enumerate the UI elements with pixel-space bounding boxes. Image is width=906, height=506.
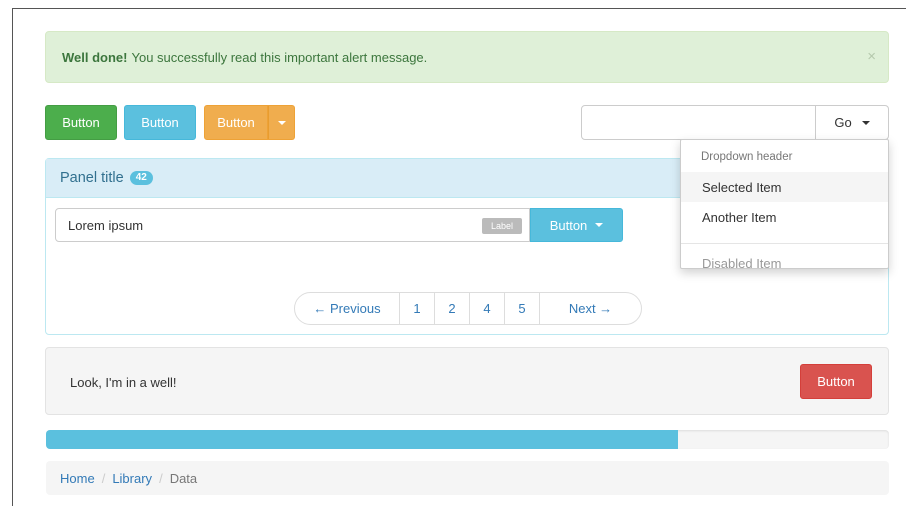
pagination-page-1[interactable]: 1 (399, 293, 434, 324)
warning-split-button: Button (204, 105, 295, 140)
dropdown-divider (681, 243, 888, 244)
progress-bar (46, 430, 889, 449)
text-input-value: Lorem ipsum (68, 217, 144, 233)
progress-fill (46, 430, 679, 449)
close-icon[interactable]: × (867, 48, 876, 65)
breadcrumb-active: Data (169, 470, 198, 486)
dropdown-item-selected[interactable]: Selected Item (681, 172, 888, 202)
breadcrumb-separator: / (101, 470, 106, 486)
breadcrumb-home[interactable]: Home (60, 471, 95, 486)
dropdown-item-disabled: Disabled Item (702, 255, 782, 269)
well-text: Look, I'm in a well! (70, 375, 177, 390)
panel-button-label: Button (549, 217, 588, 233)
success-button[interactable]: Button (45, 105, 117, 140)
panel-title: Panel title (60, 170, 124, 186)
caret-down-icon (861, 120, 870, 125)
text-input[interactable]: Lorem ipsum Label (55, 208, 530, 242)
pagination-previous[interactable]: ← Previous (295, 293, 399, 324)
caret-down-icon (595, 223, 604, 227)
pagination-page-5[interactable]: 5 (504, 293, 539, 324)
pagination: ← Previous 1 2 4 5 Next → (294, 292, 642, 325)
success-alert: Well done! You successfully read this im… (45, 31, 889, 83)
search-group: Go (581, 105, 889, 140)
well: Look, I'm in a well! Button (45, 347, 889, 415)
warning-button[interactable]: Button (204, 105, 268, 140)
pagination-page-2[interactable]: 2 (434, 293, 469, 324)
go-dropdown-button[interactable]: Go (816, 105, 889, 140)
breadcrumb: Home / Library / Data (46, 461, 889, 495)
info-button[interactable]: Button (124, 105, 196, 140)
warning-dropdown-toggle[interactable] (268, 105, 295, 140)
panel-badge: 42 (129, 171, 153, 185)
pagination-page-4[interactable]: 4 (469, 293, 504, 324)
go-label: Go (834, 115, 852, 130)
dropdown-header: Dropdown header (701, 151, 793, 163)
alert-strong-text: Well done! (62, 49, 128, 65)
danger-button[interactable]: Button (800, 364, 872, 399)
panel-dropdown-button[interactable]: Button (530, 208, 623, 242)
caret-down-icon (277, 120, 286, 125)
input-group: Lorem ipsum Label Button (55, 208, 623, 242)
pagination-next[interactable]: Next → (539, 293, 641, 324)
alert-message: You successfully read this important ale… (131, 49, 428, 65)
input-label: Label (481, 218, 522, 234)
dropdown-item-another[interactable]: Another Item (681, 202, 888, 232)
dropdown-menu: Dropdown header Selected Item Another It… (680, 139, 889, 269)
search-input[interactable] (581, 105, 816, 140)
breadcrumb-library[interactable]: Library (112, 471, 152, 486)
breadcrumb-separator: / (159, 470, 163, 486)
